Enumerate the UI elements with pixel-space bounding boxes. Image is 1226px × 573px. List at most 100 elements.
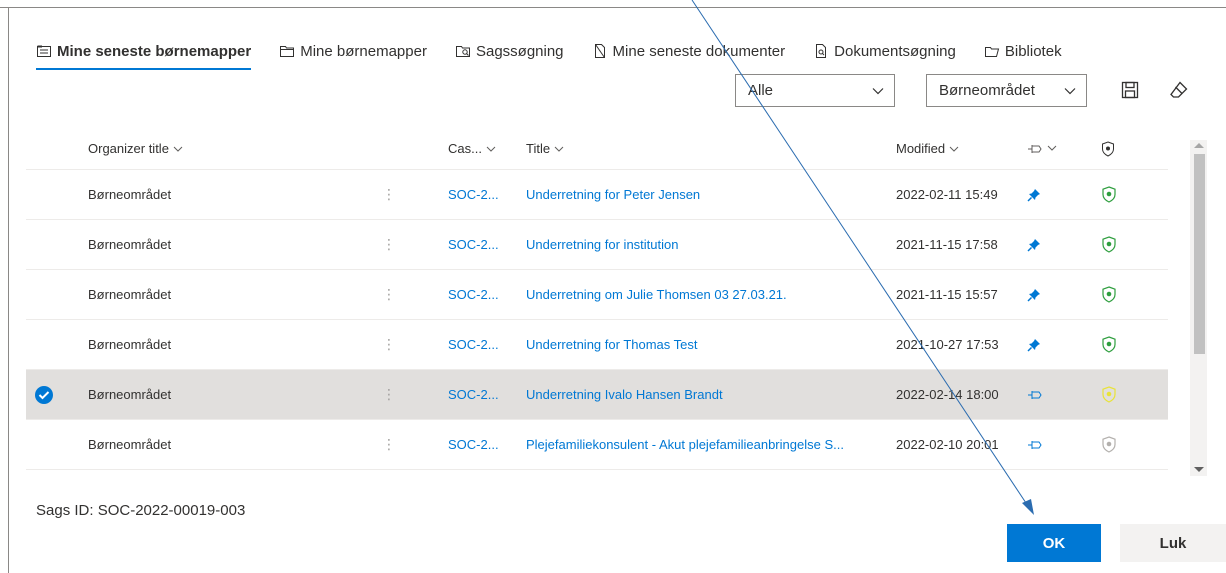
more-options-icon[interactable]: ⋮ (352, 386, 448, 403)
more-options-icon[interactable]: ⋮ (352, 236, 448, 253)
pin-toggle[interactable] (1027, 238, 1101, 252)
more-options-icon[interactable]: ⋮ (352, 436, 448, 453)
chevron-down-icon (1064, 87, 1076, 94)
shield-icon (1102, 236, 1116, 253)
column-header-case[interactable]: Cas... (448, 141, 526, 156)
title-link[interactable]: Underretning for institution (526, 237, 896, 252)
eraser-icon[interactable] (1169, 80, 1189, 100)
title-link[interactable]: Underretning Ivalo Hansen Brandt (526, 387, 896, 402)
document-search-icon (816, 44, 827, 58)
row-checkbox[interactable] (26, 385, 62, 405)
library-folder-icon (984, 47, 1000, 57)
organizer-cell: Børneområdet (88, 237, 172, 252)
tab-label: Dokumentsøgning (834, 42, 956, 60)
chevron-down-icon (173, 146, 183, 152)
table-row[interactable]: Børneområdet ⋮ SOC-2... Underretning for in… (26, 220, 1168, 270)
case-link[interactable]: SOC-2... (448, 187, 526, 202)
modified-cell: 2021-11-15 15:57 (896, 287, 998, 302)
tab-recent-documents[interactable]: Mine seneste dokumenter (592, 36, 786, 66)
checkmark-circle-icon (35, 385, 53, 404)
shield-icon (1102, 286, 1116, 303)
case-table: Organizer title Cas... Title Modified Bø… (26, 128, 1168, 470)
table-row[interactable]: Børneområdet ⋮ SOC-2... Underretning for Pe… (26, 170, 1168, 220)
shield-icon (1102, 436, 1116, 453)
pin-toggle[interactable] (1027, 338, 1101, 352)
table-scrollbar[interactable] (1190, 140, 1207, 476)
pin-toggle[interactable] (1027, 288, 1101, 302)
modified-cell: 2021-10-27 17:53 (896, 337, 999, 352)
window-top-border (0, 0, 1226, 8)
modified-cell: 2022-02-14 18:00 (896, 387, 999, 402)
folder-search-icon (455, 46, 470, 57)
organizer-cell: Børneområdet (88, 337, 172, 352)
case-link[interactable]: SOC-2... (448, 437, 526, 452)
title-link[interactable]: Underretning om Julie Thomsen 03 27.03.2… (526, 287, 896, 302)
more-options-icon[interactable]: ⋮ (352, 186, 448, 203)
tab-case-search[interactable]: Sagssøgning (455, 36, 564, 66)
chevron-down-icon (554, 146, 564, 152)
scroll-thumb[interactable] (1194, 154, 1205, 354)
pin-toggle[interactable] (1027, 439, 1101, 451)
chevron-down-icon (872, 87, 884, 94)
column-header-pinned[interactable] (1027, 143, 1101, 155)
tab-recent-child-folders[interactable]: Mine seneste børnemapper (36, 36, 252, 70)
chevron-down-icon (1047, 145, 1057, 151)
more-options-icon[interactable]: ⋮ (352, 336, 448, 353)
case-id-label: Sags ID: SOC-2022-00019-003 (36, 502, 246, 519)
column-header-organizer[interactable]: Organizer title (62, 141, 352, 156)
area-dropdown[interactable]: Børneområdet (926, 74, 1087, 107)
modified-cell: 2022-02-10 20:01 (896, 437, 999, 452)
area-dropdown-value: Børneområdet (939, 82, 1035, 99)
pin-toggle[interactable] (1027, 188, 1101, 202)
window-left-border (8, 8, 9, 573)
title-link[interactable]: Plejefamiliekonsulent - Akut plejefamili… (526, 437, 896, 452)
chevron-down-icon (486, 146, 496, 152)
scroll-up-arrow-icon[interactable] (1194, 143, 1204, 148)
sensitivity-cell (1101, 186, 1141, 203)
scroll-down-arrow-icon[interactable] (1194, 467, 1204, 472)
tab-label: Bibliotek (1004, 42, 1062, 60)
tab-label: Mine seneste børnemapper (57, 42, 252, 60)
tab-document-search[interactable]: Dokumentsøgning (813, 36, 956, 66)
title-link[interactable]: Underretning for Thomas Test (526, 337, 896, 352)
close-button[interactable]: Luk (1120, 524, 1226, 562)
tab-child-folders[interactable]: Mine børnemapper (279, 36, 427, 66)
sensitivity-cell (1101, 236, 1141, 253)
tab-label: Mine seneste dokumenter (612, 42, 786, 60)
column-header-modified[interactable]: Modified (896, 141, 1027, 156)
case-link[interactable]: SOC-2... (448, 287, 526, 302)
table-row[interactable]: Børneområdet ⋮ SOC-2... Underretning Ivalo … (26, 370, 1168, 420)
save-icon[interactable] (1120, 80, 1140, 100)
more-options-icon[interactable]: ⋮ (352, 286, 448, 303)
document-icon (594, 44, 605, 58)
modified-cell: 2022-02-11 15:49 (896, 187, 998, 202)
organizer-cell: Børneområdet (88, 287, 172, 302)
sensitivity-cell (1101, 336, 1141, 353)
table-row[interactable]: Børneområdet ⋮ SOC-2... Plejefamiliekonsule… (26, 420, 1168, 470)
table-body: Børneområdet ⋮ SOC-2... Underretning for Pe… (26, 170, 1168, 470)
pin-toggle[interactable] (1027, 389, 1101, 401)
sensitivity-cell (1101, 386, 1141, 403)
scope-dropdown[interactable]: Alle (735, 74, 895, 107)
case-link[interactable]: SOC-2... (448, 237, 526, 252)
shield-icon (1102, 140, 1114, 157)
organizer-cell: Børneområdet (88, 187, 172, 202)
ok-button[interactable]: OK (1007, 524, 1101, 562)
organizer-cell: Børneområdet (88, 437, 172, 452)
scope-dropdown-value: Alle (748, 82, 774, 99)
tab-label: Mine børnemapper (300, 42, 427, 60)
chevron-down-icon (949, 146, 959, 152)
tab-bar: Mine seneste børnemapper Mine børnemappe… (36, 36, 1090, 76)
shield-icon (1102, 186, 1116, 203)
case-link[interactable]: SOC-2... (448, 387, 526, 402)
column-header-title[interactable]: Title (526, 141, 896, 156)
table-row[interactable]: Børneområdet ⋮ SOC-2... Underretning om Jul… (26, 270, 1168, 320)
tab-library[interactable]: Bibliotek (984, 36, 1062, 66)
table-row[interactable]: Børneområdet ⋮ SOC-2... Underretning for Th… (26, 320, 1168, 370)
sensitivity-cell (1101, 286, 1141, 303)
column-header-sensitivity[interactable] (1101, 140, 1141, 157)
title-link[interactable]: Underretning for Peter Jensen (526, 187, 896, 202)
case-link[interactable]: SOC-2... (448, 337, 526, 352)
shield-icon (1102, 336, 1116, 353)
organizer-cell: Børneområdet (88, 387, 172, 402)
